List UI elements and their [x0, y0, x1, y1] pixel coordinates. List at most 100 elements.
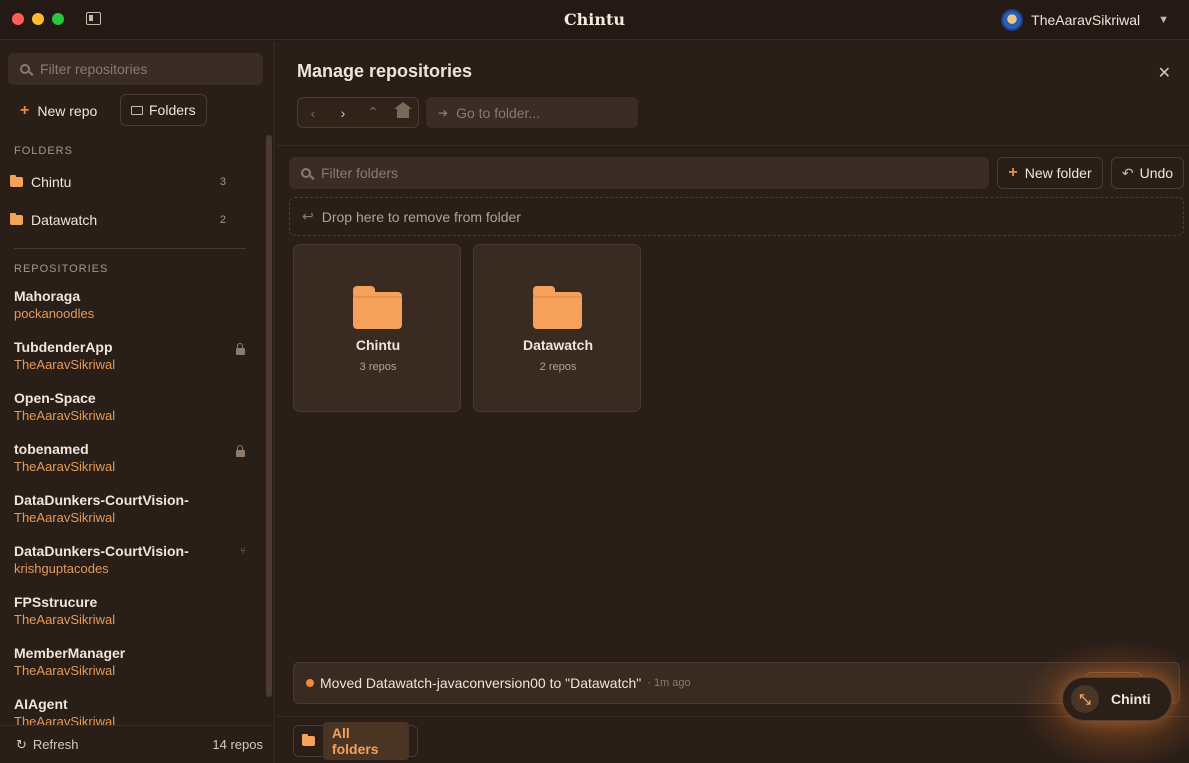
goto-folder-input[interactable]	[456, 104, 638, 121]
search-icon	[20, 64, 30, 74]
close-window-button[interactable]	[12, 13, 24, 25]
folder-card-name: Datawatch	[522, 337, 594, 353]
sidebar: + New repo Folders FOLDERS Chintu 3 Data…	[0, 41, 275, 763]
fork-icon: ⑂	[240, 546, 246, 557]
repo-owner: TheAaravSikriwal	[14, 612, 116, 627]
repo-item[interactable]: tobenamed TheAaravSikriwal	[0, 436, 262, 487]
all-folders-label: All folders	[322, 722, 409, 760]
repo-item[interactable]: Open-Space TheAaravSikriwal	[0, 385, 262, 436]
folders-button-label: Folders	[149, 102, 196, 118]
sidebar-folder-chintu[interactable]: Chintu 3	[10, 167, 226, 197]
folder-icon	[131, 105, 143, 115]
undo-button[interactable]: ↶ Undo	[1111, 157, 1184, 189]
all-folders-breadcrumb[interactable]: All folders	[293, 722, 418, 760]
new-folder-button[interactable]: + New folder	[997, 157, 1103, 189]
repo-owner: TheAaravSikriwal	[14, 357, 116, 372]
folder-icon	[10, 213, 23, 225]
toast-message: Moved Datawatch-javaconversion00 to "Dat…	[320, 675, 642, 691]
forward-button[interactable]: ›	[331, 105, 355, 121]
folder-icon	[302, 734, 315, 746]
collapse-arrows-icon: ⤡	[1071, 685, 1099, 713]
repo-search-input[interactable]	[40, 61, 263, 77]
avatar	[1001, 9, 1024, 31]
folder-card-chintu[interactable]: Chintu 3 repos	[293, 244, 461, 412]
header-divider	[276, 145, 1189, 146]
repo-count: 14 repos	[212, 737, 263, 752]
folder-search-input[interactable]	[321, 165, 989, 181]
repo-item[interactable]: Mahoraga pockanoodles	[0, 283, 262, 334]
sidebar-folder-name: Chintu	[31, 174, 72, 190]
folder-card-name: Chintu	[355, 337, 401, 353]
repo-name: MemberManager	[14, 645, 126, 661]
repo-item[interactable]: AIAgent TheAaravSikriwal	[0, 691, 262, 726]
repo-owner: TheAaravSikriwal	[14, 408, 116, 423]
page-title: Manage repositories	[297, 61, 473, 81]
sidebar-folder-name: Datawatch	[31, 212, 98, 228]
arrow-right-icon: ➔	[438, 105, 449, 120]
dropzone-text: Drop here to remove from folder	[321, 208, 521, 225]
folders-button[interactable]: Folders	[120, 94, 207, 126]
status-dot-icon	[306, 679, 314, 687]
toast-timestamp: · 1m ago	[647, 677, 691, 689]
undo-label: Undo	[1139, 165, 1174, 181]
folder-card-count: 3 repos	[359, 361, 397, 373]
refresh-button[interactable]: ↻ Refresh	[16, 737, 78, 753]
folder-card-count: 2 repos	[539, 361, 577, 373]
repositories-heading: REPOSITORIES	[14, 263, 109, 275]
repo-list: Mahoraga pockanoodles TubdenderApp TheAa…	[0, 283, 262, 726]
repo-name: DataDunkers-CourtVision-	[14, 492, 189, 508]
account-name: TheAaravSikriwal	[1031, 12, 1141, 28]
minimize-window-button[interactable]	[32, 13, 44, 25]
refresh-label: Refresh	[32, 737, 79, 752]
plus-icon: +	[1008, 164, 1018, 181]
plus-icon: +	[20, 101, 30, 119]
remove-from-folder-dropzone[interactable]: ↩ Drop here to remove from folder	[289, 197, 1184, 236]
sidebar-folder-count: 3	[219, 176, 226, 188]
account-menu[interactable]: TheAaravSikriwal ▼	[1001, 8, 1169, 32]
lock-icon	[236, 343, 245, 355]
new-repo-button[interactable]: + New repo	[12, 95, 105, 126]
repo-owner: TheAaravSikriwal	[14, 663, 116, 678]
sidebar-divider	[14, 248, 246, 249]
repo-item[interactable]: FPSstrucure TheAaravSikriwal	[0, 589, 262, 640]
folder-icon	[533, 286, 582, 329]
repo-item[interactable]: MemberManager TheAaravSikriwal	[0, 640, 262, 691]
title-bar: Chintu TheAaravSikriwal ▼	[0, 0, 1189, 40]
lock-icon	[236, 445, 245, 457]
folder-search-box[interactable]	[289, 157, 989, 189]
repo-name: FPSstrucure	[14, 594, 98, 610]
status-toast: Moved Datawatch-javaconversion00 to "Dat…	[293, 662, 1180, 704]
zoom-window-button[interactable]	[52, 13, 64, 25]
repo-item[interactable]: TubdenderApp TheAaravSikriwal	[0, 334, 262, 385]
sidebar-toggle-icon[interactable]	[86, 12, 101, 25]
repo-owner: pockanoodles	[14, 306, 95, 321]
footer-divider	[276, 716, 1189, 717]
return-icon: ↩	[302, 208, 314, 224]
sidebar-folder-datawatch[interactable]: Datawatch 2	[10, 205, 226, 235]
repo-search-box[interactable]	[8, 53, 263, 85]
sidebar-folder-count: 2	[219, 214, 226, 226]
chinti-assistant-button[interactable]: ⤡ Chinti	[1062, 677, 1172, 721]
back-button[interactable]: ‹	[301, 105, 325, 121]
sidebar-footer: ↻ Refresh 14 repos	[0, 725, 275, 763]
up-button[interactable]: ⌃	[361, 104, 385, 121]
home-icon	[394, 102, 412, 118]
repo-name: tobenamed	[14, 441, 89, 457]
folder-icon	[353, 286, 402, 329]
repo-name: Mahoraga	[14, 288, 81, 304]
repo-item[interactable]: DataDunkers-CourtVision- TheAaravSikriwa…	[0, 487, 262, 538]
repo-name: AIAgent	[14, 696, 68, 712]
undo-icon: ↶	[1121, 164, 1134, 181]
repo-owner: krishguptacodes	[14, 561, 109, 576]
search-icon	[301, 168, 311, 178]
folder-icon	[10, 175, 23, 187]
goto-folder-box[interactable]: ➔	[426, 97, 638, 128]
folder-card-datawatch[interactable]: Datawatch 2 repos	[473, 244, 641, 412]
close-panel-button[interactable]: ✕	[1158, 63, 1171, 83]
new-repo-label: New repo	[37, 102, 98, 119]
home-button[interactable]	[391, 102, 415, 121]
sidebar-scrollbar[interactable]	[266, 135, 272, 697]
new-folder-label: New folder	[1024, 165, 1092, 181]
folder-navigation: ‹ › ⌃	[297, 97, 419, 128]
repo-item[interactable]: DataDunkers-CourtVision- krishguptacodes…	[0, 538, 262, 589]
